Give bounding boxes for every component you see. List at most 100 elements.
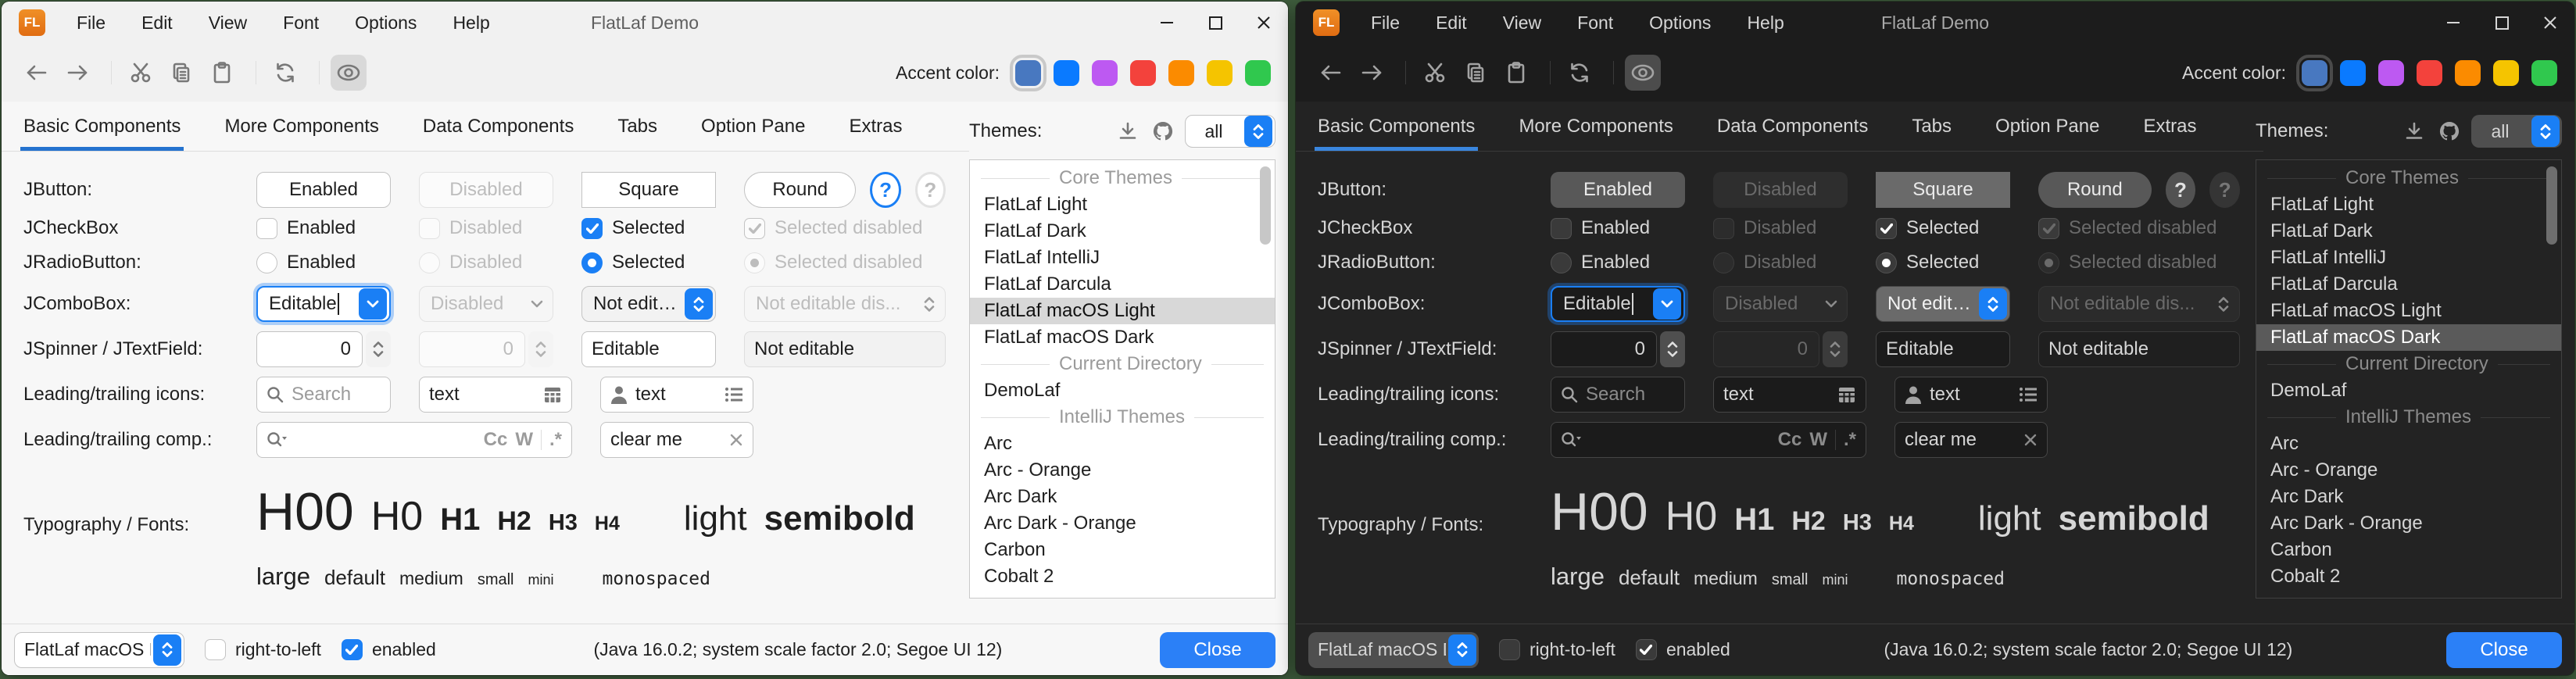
theme-item[interactable]: Arc - Orange [2256,457,2561,484]
date-field[interactable]: text [1713,377,1866,413]
show-hidden-toggle-button[interactable] [1625,55,1661,91]
combobox-editable[interactable]: Editable [1551,286,1685,322]
tab-tabs[interactable]: Tabs [617,102,657,151]
theme-item[interactable]: FlatLaf Light [970,191,1275,218]
accent-swatch-purple[interactable] [1092,60,1118,86]
checkbox-enabled[interactable] [1551,218,1572,239]
radio-enabled[interactable] [1551,252,1572,273]
accent-swatch-default[interactable] [1015,60,1041,86]
checkbox-selected[interactable] [581,218,603,239]
date-field[interactable]: text [419,377,572,413]
copy-button[interactable] [1458,55,1494,91]
tab-extras[interactable]: Extras [849,102,902,151]
theme-item-macos-dark[interactable]: FlatLaf macOS Dark [970,324,1275,351]
tab-more-components[interactable]: More Components [224,102,378,151]
theme-filter-combobox[interactable]: all [2471,115,2562,148]
theme-item[interactable]: Arc Dark [2256,484,2561,510]
textfield-editable[interactable]: Editable [1876,331,2010,367]
help-button[interactable]: ? [870,172,900,208]
enabled-checkbox[interactable]: enabled [1636,639,1730,660]
user-field[interactable]: text [600,377,753,413]
menu-font[interactable]: Font [283,13,319,34]
menu-options[interactable]: Options [355,13,417,34]
right-to-left-checkbox[interactable]: right-to-left [1499,639,1615,660]
accent-swatch-orange[interactable] [2455,60,2481,86]
paste-button[interactable] [204,55,240,91]
tab-option-pane[interactable]: Option Pane [1995,102,2099,151]
tab-option-pane[interactable]: Option Pane [701,102,805,151]
enabled-button[interactable]: Enabled [256,172,391,208]
theme-item[interactable]: Cobalt 2 [2256,563,2561,590]
menu-view[interactable]: View [209,13,247,34]
enabled-checkbox-box[interactable] [342,639,363,660]
combobox-editable[interactable]: Editable [256,286,391,322]
clearable-field[interactable]: clear me [1894,422,2048,458]
theme-item[interactable]: FlatLaf Dark [970,218,1275,245]
tab-basic-components[interactable]: Basic Components [23,102,181,151]
theme-item[interactable]: FlatLaf IntelliJ [970,245,1275,271]
match-case-button[interactable]: Cc [1778,429,1802,451]
accent-swatch-red[interactable] [2417,60,2442,86]
combobox-arrow-button[interactable] [359,288,387,320]
tab-tabs[interactable]: Tabs [1912,102,1952,151]
menu-options[interactable]: Options [1649,13,1711,34]
match-case-button[interactable]: Cc [484,429,508,451]
tab-more-components[interactable]: More Components [1519,102,1673,151]
tab-basic-components[interactable]: Basic Components [1318,102,1475,151]
accent-swatch-yellow[interactable] [2493,60,2519,86]
accent-swatch-blue[interactable] [1054,60,1079,86]
spinner-arrows[interactable] [366,331,391,367]
theme-item[interactable]: FlatLaf Dark [2256,218,2561,245]
square-button[interactable]: Square [581,172,716,208]
combobox-updown-arrows[interactable] [2531,116,2560,147]
right-to-left-checkbox-box[interactable] [205,639,226,660]
search-with-options-field[interactable]: Cc W .* [256,422,572,458]
textfield-editable[interactable]: Editable [581,331,716,367]
menu-edit[interactable]: Edit [141,13,173,34]
accent-swatch-green[interactable] [2531,60,2557,86]
whole-word-button[interactable]: W [515,429,533,451]
minimize-button[interactable] [2429,2,2478,44]
accent-swatch-green[interactable] [1245,60,1271,86]
menu-help[interactable]: Help [1747,13,1784,34]
scrollbar-thumb[interactable] [2546,166,2557,245]
copy-button[interactable] [163,55,199,91]
accent-swatch-red[interactable] [1130,60,1156,86]
menu-edit[interactable]: Edit [1436,13,1467,34]
clearable-field[interactable]: clear me [600,422,753,458]
theme-selector-combobox[interactable]: FlatLaf macOS D... [1308,632,1479,668]
theme-item[interactable]: Cobalt 2 [970,563,1275,590]
spinner[interactable]: 0 [1551,331,1685,367]
search-field[interactable]: Search [256,377,391,413]
menu-help[interactable]: Help [453,13,489,34]
refresh-button[interactable] [1562,55,1597,91]
combobox-updown-arrows[interactable] [1244,116,1272,147]
regex-button[interactable]: .* [1844,429,1856,451]
theme-item-macos-light[interactable]: FlatLaf macOS Light [2256,298,2561,324]
radio-selected[interactable] [581,252,603,273]
theme-item[interactable]: Carbon [2256,537,2561,563]
back-button[interactable] [1313,55,1349,91]
theme-item[interactable]: FlatLaf Light [2256,191,2561,218]
enabled-checkbox-box[interactable] [1636,639,1657,660]
combobox-arrow-button[interactable] [1653,288,1681,320]
theme-item-macos-dark[interactable]: FlatLaf macOS Dark [2256,324,2561,351]
regex-button[interactable]: .* [549,429,562,451]
combobox-updown-arrows[interactable] [1979,288,2007,320]
theme-item[interactable]: Arc [2256,431,2561,457]
theme-item[interactable]: FlatLaf IntelliJ [2256,245,2561,271]
close-window-button[interactable] [2526,2,2574,44]
forward-button[interactable] [1354,55,1390,91]
maximize-button[interactable] [1191,2,1240,44]
theme-item[interactable]: FlatLaf Darcula [970,271,1275,298]
clear-x-icon[interactable] [2023,433,2038,447]
checkbox-selected[interactable] [1876,218,1897,239]
theme-item[interactable]: FlatLaf Darcula [2256,271,2561,298]
forward-button[interactable] [59,55,95,91]
accent-swatch-yellow[interactable] [1207,60,1233,86]
theme-selector-combobox[interactable]: FlatLaf macOS Li... [14,632,184,668]
enabled-button[interactable]: Enabled [1551,172,1685,208]
theme-item-macos-light[interactable]: FlatLaf macOS Light [970,298,1275,324]
close-button[interactable]: Close [1160,632,1275,668]
menu-file[interactable]: File [77,13,106,34]
